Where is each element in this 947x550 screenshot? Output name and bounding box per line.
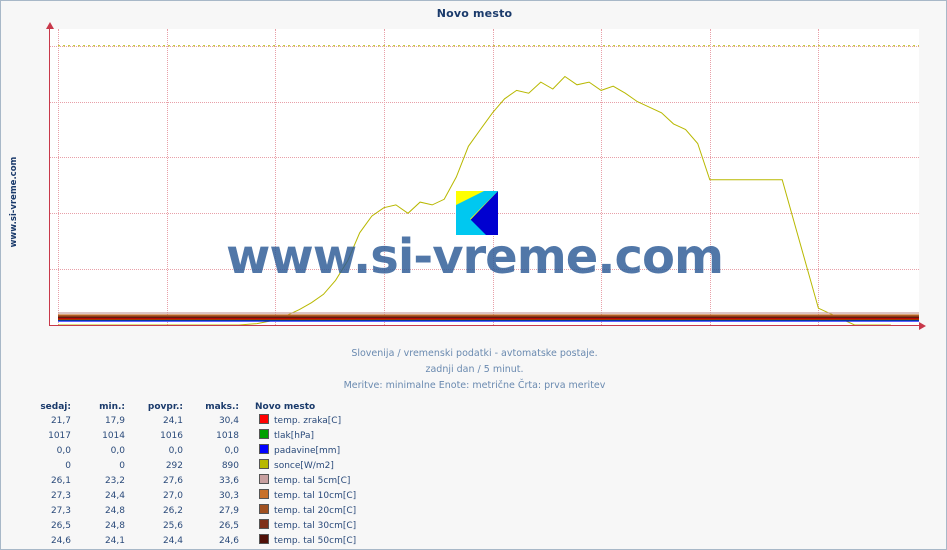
cell-min: 1014 [102,430,125,441]
cell-sedaj: 24,6 [50,535,71,546]
table-body: 21,7 17,9 24,1 30,4 temp. zraka[C] 1017 1014 10… [19,413,362,548]
series-color-swatch [245,458,271,473]
cell-povpr: 292 [165,460,183,471]
header-min: min.: [99,402,125,412]
series-label: padavine[mm] [274,445,341,456]
table-row: 0 0 292 890 sonce[W/m2] [19,458,362,473]
cell-maks: 1018 [216,430,239,441]
plot-inner: 0,00,2 k0,4 k0,6 k0,8 k1,0 kpet 00:00pet… [50,29,919,325]
series-label: temp. tal 20cm[C] [274,505,357,516]
plot-area: 0,00,2 k0,4 k0,6 k0,8 k1,0 kpet 00:00pet… [49,29,919,326]
table-header-row: sedaj: min.: povpr.: maks.: Novo mesto [19,401,362,413]
series-color-swatch [245,533,271,548]
series-label: tlak[hPa] [274,430,315,441]
cell-povpr: 26,2 [162,505,183,516]
cell-min: 0,0 [110,445,125,456]
cell-povpr: 27,0 [162,490,183,501]
cell-povpr: 27,6 [162,475,183,486]
series-color-swatch [245,503,271,518]
series-label: temp. zraka[C] [274,415,342,426]
table-row: 1017 1014 1016 1018 tlak[hPa] [19,428,362,443]
series-color-swatch [245,428,271,443]
summary-table: sedaj: min.: povpr.: maks.: Novo mesto 2… [19,401,362,548]
header-povpr: povpr.: [147,402,183,412]
chart-series-layer [58,45,919,325]
cell-maks: 30,3 [218,490,239,501]
series-label: temp. tal 5cm[C] [274,475,351,486]
page-title: Novo mesto [436,7,513,20]
cell-sedaj: 26,5 [50,520,71,531]
cell-min: 24,8 [104,505,125,516]
caption-line-1: Slovenija / vremenski podatki - avtomats… [351,348,598,359]
table-row: 24,6 24,1 24,4 24,6 temp. tal 50cm[C] [19,533,362,548]
header-maks: maks.: [205,402,239,412]
table-row: 27,3 24,8 26,2 27,9 temp. tal 20cm[C] [19,503,362,518]
series-label: temp. tal 30cm[C] [274,520,357,531]
cell-maks: 24,6 [218,535,239,546]
cell-maks: 30,4 [218,415,239,426]
cell-povpr: 24,1 [162,415,183,426]
series-color-swatch [245,473,271,488]
caption-line-2: zadnji dan / 5 minut. [425,364,524,375]
cell-sedaj: 0,0 [56,445,71,456]
cell-min: 23,2 [104,475,125,486]
series-label: temp. tal 10cm[C] [274,490,357,501]
table-row: 27,3 24,4 27,0 30,3 temp. tal 10cm[C] [19,488,362,503]
cell-sedaj: 21,7 [50,415,71,426]
y-axis-arrow [45,22,54,29]
cell-min: 24,8 [104,520,125,531]
cell-min: 24,1 [104,535,125,546]
cell-min: 24,4 [104,490,125,501]
header-sedaj: sedaj: [40,402,71,412]
table-row: 0,0 0,0 0,0 0,0 padavine[mm] [19,443,362,458]
series-sonce [58,75,891,325]
chart-page: Novo mesto www.si-vreme.com 0,00,2 k0,4 … [0,0,947,550]
cell-maks: 33,6 [218,475,239,486]
cell-min: 0 [119,460,125,471]
cell-maks: 26,5 [218,520,239,531]
x-axis-arrow [919,322,926,330]
table-row: 26,1 23,2 27,6 33,6 temp. tal 5cm[C] [19,473,362,488]
series-label: temp. tal 50cm[C] [274,535,357,546]
cell-maks: 890 [221,460,239,471]
series-color-swatch [245,488,271,503]
table-row: 26,5 24,8 25,6 26,5 temp. tal 30cm[C] [19,518,362,533]
table-row: 21,7 17,9 24,1 30,4 temp. zraka[C] [19,413,362,428]
cell-povpr: 24,4 [162,535,183,546]
series-label: sonce[W/m2] [274,460,334,471]
series-color-swatch [245,443,271,458]
cell-povpr: 1016 [160,430,183,441]
cell-sedaj: 0 [65,460,71,471]
cell-povpr: 0,0 [168,445,183,456]
chart-captions: Slovenija / vremenski podatki - avtomats… [1,346,947,394]
cell-sedaj: 26,1 [50,475,71,486]
site-watermark-label: www.si-vreme.com [9,156,19,248]
series-color-swatch [245,518,271,533]
cell-min: 17,9 [104,415,125,426]
header-station: Novo mesto [255,402,316,412]
cell-maks: 27,9 [218,505,239,516]
cell-sedaj: 27,3 [50,490,71,501]
series-color-swatch [245,413,271,428]
caption-line-3: Meritve: minimalne Enote: metrične Črta:… [343,380,606,391]
cell-povpr: 25,6 [162,520,183,531]
cell-maks: 0,0 [224,445,239,456]
cell-sedaj: 1017 [48,430,71,441]
cell-sedaj: 27,3 [50,505,71,516]
